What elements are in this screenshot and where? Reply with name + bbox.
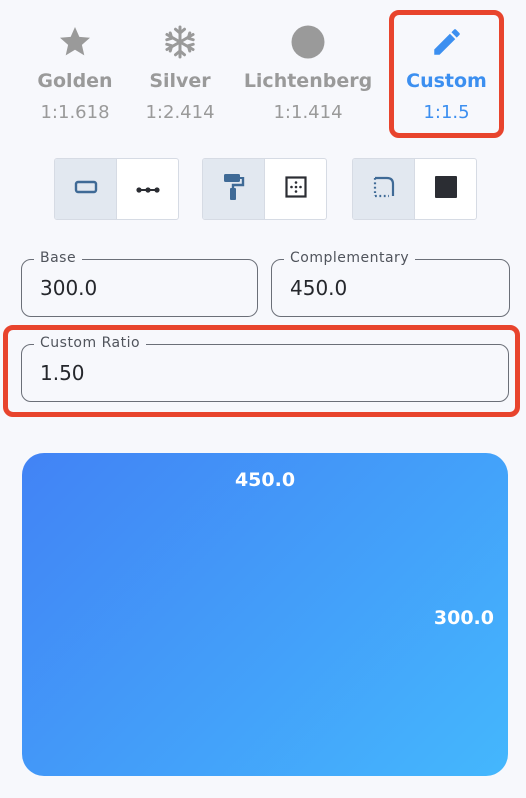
tab-label: Custom (406, 70, 487, 92)
line-dots-icon (135, 180, 161, 199)
tab-ratio: 1:1.414 (273, 102, 343, 123)
custom-ratio-value[interactable]: 1.50 (40, 345, 85, 401)
tab-ratio: 1:1.618 (40, 102, 110, 123)
tab-golden[interactable]: Golden 1:1.618 (22, 22, 128, 123)
tab-lichtenberg[interactable]: Lichtenberg 1:1.414 (236, 22, 380, 123)
border-toggle-group (352, 158, 477, 220)
filled-square-icon (434, 175, 458, 203)
tab-ratio: 1:1.5 (423, 102, 470, 123)
border-dashed-corner-icon (372, 175, 396, 203)
complementary-field[interactable]: Complementary 450.0 (271, 250, 510, 317)
tab-silver[interactable]: Silver 1:2.414 (132, 22, 228, 123)
paint-roller-toggle[interactable] (203, 159, 264, 219)
preview-height-label: 300.0 (433, 607, 494, 629)
border-dashed-toggle[interactable] (353, 159, 414, 219)
base-field[interactable]: Base 300.0 (21, 250, 258, 317)
filled-square-toggle[interactable] (414, 159, 476, 219)
border-inner-toggle[interactable] (264, 159, 326, 219)
rectangle-icon (74, 179, 98, 199)
custom-ratio-field[interactable]: Custom Ratio 1.50 (21, 335, 509, 402)
complementary-value[interactable]: 450.0 (290, 260, 347, 316)
tab-label: Lichtenberg (243, 70, 373, 92)
line-toggle[interactable] (116, 159, 178, 219)
preview-width-label: 450.0 (234, 469, 296, 491)
paint-roller-icon (222, 173, 246, 205)
shape-toggle-group (54, 158, 179, 220)
tab-label: Golden (37, 70, 113, 92)
ratio-tabs: Golden 1:1.618 Silver 1:2.414 Lichtenber… (0, 0, 526, 150)
base-value[interactable]: 300.0 (40, 260, 97, 316)
star-icon (22, 22, 128, 62)
fill-toggle-group (202, 158, 327, 220)
circle-icon (236, 22, 380, 62)
snowflake-icon (132, 22, 228, 62)
tab-label: Silver (149, 70, 211, 92)
pencil-icon (394, 22, 499, 62)
tab-ratio: 1:2.414 (145, 102, 215, 123)
rectangle-toggle[interactable] (55, 159, 116, 219)
border-inner-icon (284, 176, 307, 202)
tab-custom[interactable]: Custom 1:1.5 (389, 10, 504, 138)
ratio-preview: 450.0 300.0 (22, 453, 508, 776)
